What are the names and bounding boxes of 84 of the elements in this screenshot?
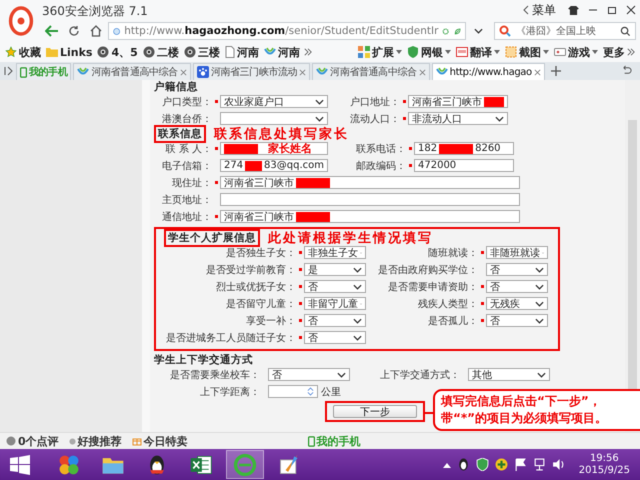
bookmark-item[interactable]: 河南 bbox=[262, 44, 301, 60]
field-label: 上下学交通方式： bbox=[379, 368, 460, 382]
field-label: 通信地址： bbox=[161, 210, 212, 224]
field-label: 联 系 人： bbox=[164, 142, 212, 156]
text-field[interactable]: 河南省三门峡市 bbox=[220, 176, 520, 189]
annotation-note: 此处请根据学生情况填写 bbox=[268, 230, 433, 246]
dropdown[interactable]: 其他 bbox=[468, 368, 550, 381]
status-item[interactable]: 好搜推荐 bbox=[68, 434, 122, 448]
dropdown[interactable]: 否 bbox=[304, 331, 366, 344]
field-label: 联系电话： bbox=[355, 142, 406, 156]
toolbar-item[interactable]: 截图 bbox=[504, 44, 550, 60]
annotation-note: 联系信息处填写家长 bbox=[214, 126, 349, 142]
section-title: 学生上下学交通方式 bbox=[154, 352, 253, 366]
field-label: 是否孤儿： bbox=[427, 314, 478, 328]
field-label: 是否独生子女： bbox=[225, 246, 296, 260]
browser-tab[interactable]: http://www.hagao bbox=[432, 63, 545, 80]
bookmark-item[interactable]: 4、5 bbox=[96, 44, 139, 60]
field-label: 是否受过学前教育： bbox=[205, 264, 296, 276]
dropdown[interactable]: 无残疾 bbox=[486, 297, 548, 310]
field-label: 残疾人类型： bbox=[417, 298, 478, 310]
field-label: 上下学距离： bbox=[199, 386, 260, 398]
text-field[interactable]: 182 8260 bbox=[414, 142, 514, 155]
dropdown[interactable]: 非独生子女 bbox=[304, 246, 366, 259]
field-label: 是否留守儿童： bbox=[225, 298, 296, 310]
field-label: 港澳台侨： bbox=[161, 112, 212, 126]
text-field[interactable]: 家长姓名 bbox=[220, 142, 328, 155]
dropdown[interactable]: 否 bbox=[304, 314, 366, 327]
bookmark-item[interactable]: 收藏 bbox=[4, 44, 42, 60]
field-label: 是否需要乘坐校车： bbox=[169, 368, 260, 382]
toolbar-item[interactable]: 网银 bbox=[406, 44, 452, 60]
text-field[interactable]: 河南省三门峡市 bbox=[408, 95, 508, 108]
unit-label: 公里 bbox=[321, 386, 341, 398]
section-title: 联系信息 bbox=[154, 124, 206, 142]
window-title: 360安全浏览器 7.1 bbox=[42, 2, 149, 20]
status-item[interactable]: 今日特卖 bbox=[132, 434, 188, 448]
dropdown[interactable]: 农业家庭户口 bbox=[220, 95, 328, 108]
bookmark-item[interactable]: 河南 bbox=[224, 44, 260, 60]
dropdown[interactable]: 否 bbox=[486, 314, 548, 327]
field-label: 是否进城务工人员随迁子女： bbox=[165, 332, 296, 344]
dropdown[interactable]: 非流动人口 bbox=[408, 112, 508, 125]
text-field[interactable]: 472000 bbox=[414, 159, 514, 172]
toolbar-item[interactable]: 翻译 bbox=[455, 44, 501, 60]
browser-tab[interactable]: 河南省普通高中综合 bbox=[312, 63, 430, 80]
field-label: 电子信箱： bbox=[161, 160, 212, 172]
bookmark-item[interactable]: Links bbox=[45, 46, 94, 58]
clock-time: 19:56 bbox=[590, 452, 619, 464]
clock-date: 2015/9/25 bbox=[578, 464, 630, 476]
status-item[interactable]: 0个点评 bbox=[6, 434, 59, 448]
toolbar-item[interactable]: 更多 bbox=[602, 44, 636, 60]
dropdown[interactable]: 否 bbox=[486, 263, 548, 276]
callout-text: 填写完信息后点击“下一步”， bbox=[441, 393, 602, 410]
text-field[interactable]: 274 83@qq.com bbox=[220, 159, 328, 172]
next-button[interactable]: 下一步 bbox=[333, 405, 417, 418]
dropdown[interactable]: 否 bbox=[268, 368, 350, 381]
menu-button[interactable]: 菜单 bbox=[523, 2, 556, 18]
field-label: 户口地址： bbox=[349, 96, 400, 108]
bookmark-item[interactable]: 三楼 bbox=[182, 44, 221, 60]
field-label: 烈士或优抚子女： bbox=[215, 280, 296, 294]
section-title: 学生个人扩展信息 bbox=[164, 228, 260, 246]
section-title: 户籍信息 bbox=[154, 80, 198, 94]
dropdown[interactable]: 是 bbox=[304, 263, 366, 276]
field-label: 现住址： bbox=[171, 176, 212, 190]
field-label: 随班就读： bbox=[427, 246, 478, 260]
search-field[interactable]: 《港囧》全国上映 bbox=[494, 22, 636, 40]
bookmark-item[interactable]: 二楼 bbox=[142, 44, 180, 60]
field-label: 是否需要申请资助： bbox=[387, 280, 478, 294]
browser-tab[interactable]: 河南省三门峡市流动 bbox=[192, 63, 310, 80]
field-label: 享受一补： bbox=[245, 314, 296, 328]
text-field[interactable]: 河南省三门峡市 bbox=[220, 210, 520, 223]
callout-text: 带“*”的项目为必须填写项目。 bbox=[441, 410, 608, 427]
field-label: 主页地址： bbox=[161, 194, 212, 206]
dropdown[interactable]: 否 bbox=[304, 280, 366, 293]
field-label: 流动人口： bbox=[349, 112, 400, 126]
field-label: 是否由政府购买学位： bbox=[377, 264, 478, 276]
dropdown[interactable]: 非留守儿童 bbox=[304, 297, 366, 310]
browser-tab[interactable]: 河南省普通高中综合 bbox=[73, 63, 191, 80]
toolbar-item[interactable]: 游戏 bbox=[553, 44, 599, 60]
field-label: 户口类型： bbox=[161, 96, 212, 108]
toolbar-item[interactable]: 扩展 bbox=[357, 44, 403, 60]
dropdown[interactable]: 否 bbox=[486, 280, 548, 293]
field-label: 邮政编码： bbox=[355, 160, 406, 172]
annotation-note: 家长姓名 bbox=[268, 141, 312, 156]
dropdown[interactable]: 非随班就读 bbox=[486, 246, 548, 259]
address-field[interactable]: http://www.hagaozhong.com/senior/Student/EditStudentIr bbox=[108, 22, 466, 40]
